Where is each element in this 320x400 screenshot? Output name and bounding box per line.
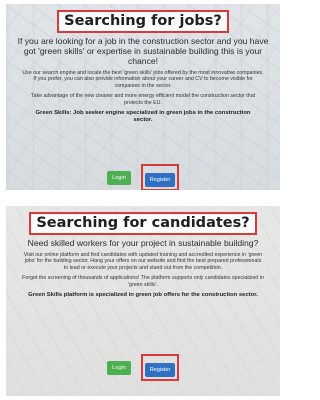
jobs-body-text-2: Take advantage of the new cleaner and mo… bbox=[30, 93, 256, 106]
candidates-register-button[interactable]: Register bbox=[145, 363, 175, 377]
jobs-panel: Searching for jobs? If you are looking f… bbox=[6, 4, 280, 190]
jobs-login-button[interactable]: Login bbox=[107, 170, 131, 185]
jobs-body-text-1: Use our search engine and locate the bes… bbox=[22, 70, 264, 89]
candidates-body-text-2: Forget the screening of thousands of app… bbox=[22, 275, 264, 288]
candidates-lead-text: Need skilled workers for your project in… bbox=[27, 238, 259, 248]
candidates-headline-highlight: Searching for candidates? bbox=[29, 212, 257, 235]
candidates-login-button[interactable]: Login bbox=[107, 360, 131, 375]
candidates-register-highlight: Register bbox=[141, 354, 179, 381]
candidates-body-text-1: Visit our online platform and find candi… bbox=[23, 252, 263, 271]
jobs-lead-text: If you are looking for a job in the cons… bbox=[17, 36, 269, 66]
jobs-headline-highlight: Searching for jobs? bbox=[57, 10, 229, 33]
candidates-tagline: Green Skills platform is specialized in … bbox=[28, 292, 258, 299]
candidates-panel: Searching for candidates? Need skilled w… bbox=[6, 206, 280, 396]
candidates-button-row: Login Register bbox=[6, 354, 280, 381]
jobs-headline: Searching for jobs? bbox=[64, 13, 222, 29]
jobs-button-row: Login Register bbox=[6, 164, 280, 190]
jobs-register-button[interactable]: Register bbox=[145, 173, 175, 187]
jobs-tagline: Green Skills: Job seeker engine speciali… bbox=[35, 110, 251, 124]
jobs-register-highlight: Register bbox=[141, 164, 179, 190]
candidates-headline: Searching for candidates? bbox=[36, 215, 250, 231]
